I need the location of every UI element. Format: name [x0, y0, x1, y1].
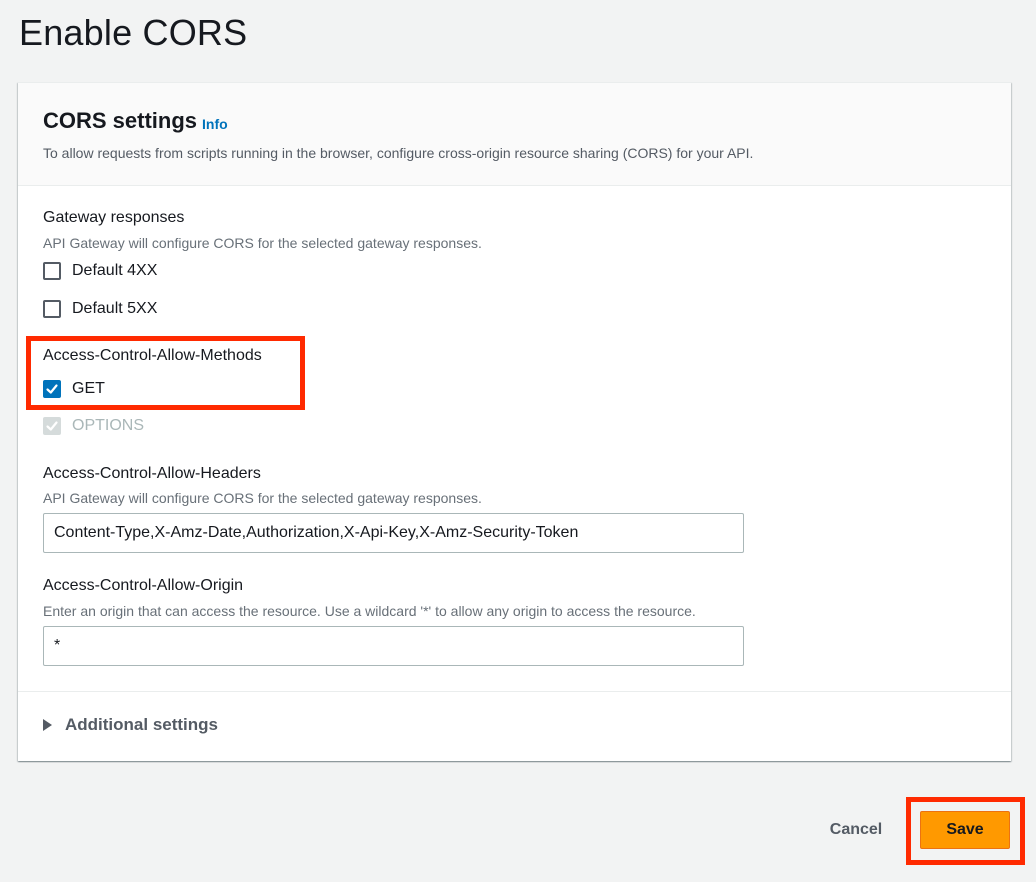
additional-settings-label: Additional settings: [65, 715, 218, 734]
options-checkbox-row: OPTIONS: [43, 415, 144, 437]
allow-origin-input[interactable]: [43, 626, 744, 666]
get-checkbox[interactable]: [43, 380, 61, 398]
gateway-responses-description: API Gateway will configure CORS for the …: [43, 235, 482, 251]
cancel-button[interactable]: Cancel: [812, 808, 900, 852]
panel-description: To allow requests from scripts running i…: [43, 145, 754, 161]
allow-headers-input[interactable]: [43, 513, 744, 553]
gateway-responses-label: Gateway responses: [43, 209, 185, 226]
get-checkbox-row[interactable]: GET: [43, 378, 105, 400]
page-title: Enable CORS: [19, 12, 248, 53]
caret-right-icon: [43, 719, 52, 731]
default-5xx-label: Default 5XX: [72, 300, 158, 317]
allow-origin-description: Enter an origin that can access the reso…: [43, 603, 696, 619]
allow-methods-label: Access-Control-Allow-Methods: [43, 347, 262, 364]
get-label: GET: [72, 380, 105, 397]
checkmark-icon: [46, 384, 58, 394]
default-5xx-checkbox-row[interactable]: Default 5XX: [43, 298, 157, 320]
options-label: OPTIONS: [72, 417, 145, 434]
allow-headers-description: API Gateway will configure CORS for the …: [43, 490, 482, 506]
panel-title: CORS settings: [43, 108, 198, 133]
default-4xx-label: Default 4XX: [72, 262, 158, 279]
section-divider: [18, 691, 1011, 692]
save-button[interactable]: Save: [920, 811, 1010, 849]
default-4xx-checkbox[interactable]: [43, 262, 61, 280]
checkmark-icon: [46, 421, 58, 431]
default-4xx-checkbox-row[interactable]: Default 4XX: [43, 260, 157, 282]
allow-origin-label: Access-Control-Allow-Origin: [43, 577, 244, 594]
default-5xx-checkbox[interactable]: [43, 300, 61, 318]
options-checkbox: [43, 417, 61, 435]
panel-header: CORS settings Info To allow requests fro…: [18, 83, 1011, 186]
cors-settings-panel: CORS settings Info To allow requests fro…: [18, 82, 1011, 761]
info-link[interactable]: Info: [202, 116, 228, 132]
allow-headers-label: Access-Control-Allow-Headers: [43, 465, 261, 482]
additional-settings-toggle[interactable]: Additional settings: [43, 715, 218, 735]
